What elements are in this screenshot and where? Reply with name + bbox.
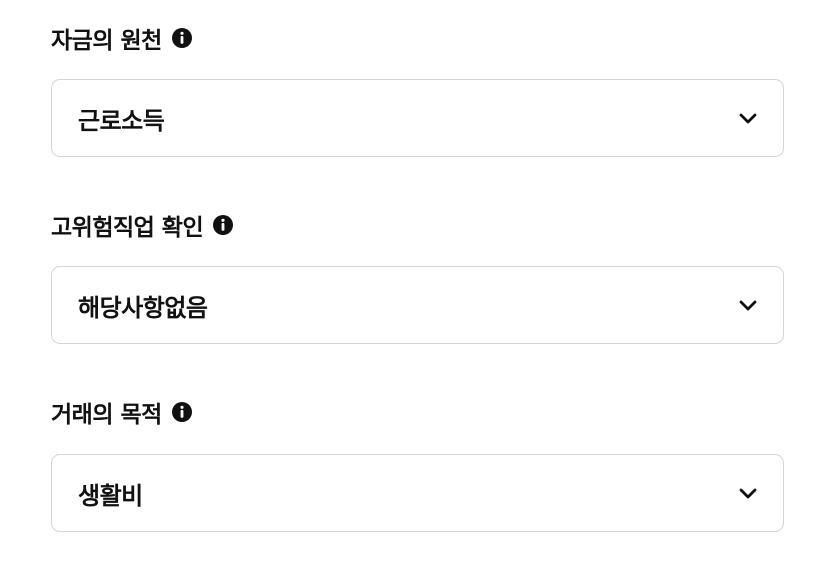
chevron-down-icon (737, 482, 759, 504)
high-risk-occupation-value: 해당사항없음 (78, 293, 208, 322)
source-of-funds-value: 근로소득 (78, 106, 165, 135)
info-icon[interactable] (171, 401, 193, 423)
info-icon[interactable] (212, 214, 234, 236)
high-risk-occupation-field: 고위험직업 확인 해당사항없음 (51, 209, 786, 344)
chevron-down-icon (737, 294, 759, 316)
transaction-purpose-field: 거래의 목적 생활비 (51, 396, 786, 532)
transaction-purpose-label: 거래의 목적 (51, 402, 162, 428)
transaction-purpose-value: 생활비 (78, 481, 143, 510)
source-of-funds-select[interactable]: 근로소득 (51, 79, 784, 157)
high-risk-occupation-label: 고위험직업 확인 (51, 215, 204, 241)
high-risk-occupation-select[interactable]: 해당사항없음 (51, 266, 784, 344)
high-risk-occupation-label-row: 고위험직업 확인 (51, 209, 786, 241)
source-of-funds-label-row: 자금의 원천 (51, 22, 786, 54)
source-of-funds-field: 자금의 원천 근로소득 (51, 22, 786, 157)
transaction-purpose-select[interactable]: 생활비 (51, 454, 784, 532)
transaction-purpose-label-row: 거래의 목적 (51, 396, 786, 428)
source-of-funds-label: 자금의 원천 (51, 28, 162, 54)
info-icon[interactable] (171, 27, 193, 49)
chevron-down-icon (737, 107, 759, 129)
